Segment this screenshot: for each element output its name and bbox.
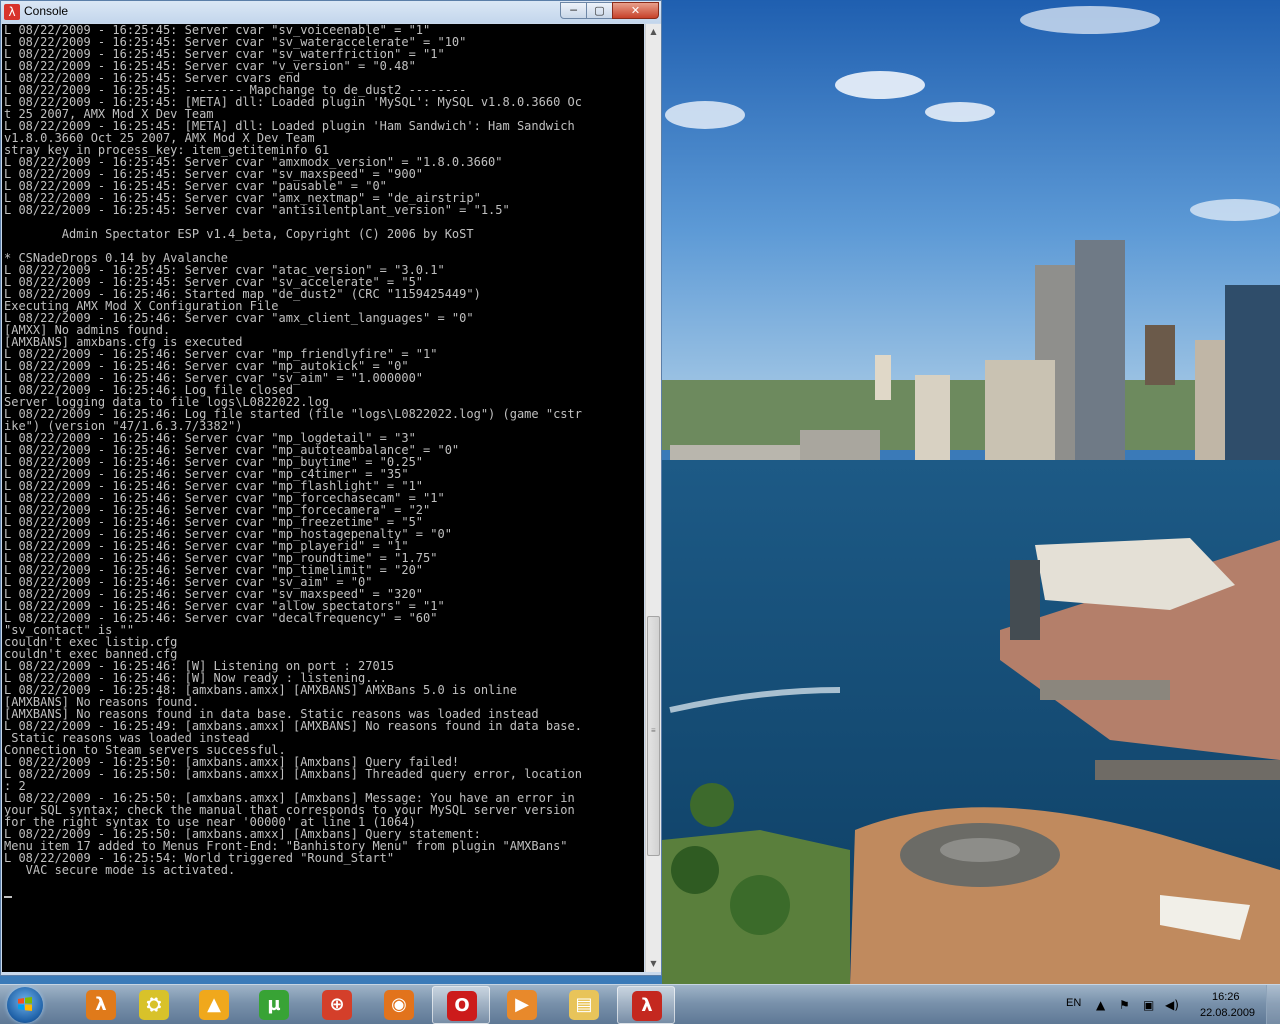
show-desktop-button[interactable] xyxy=(1266,985,1280,1024)
taskbar-button-utorrent[interactable]: µ xyxy=(245,986,303,1024)
text-cursor xyxy=(4,896,12,898)
scrollbar-thumb[interactable]: ≡ xyxy=(647,616,660,856)
action-center-flag-icon[interactable]: ⚑ xyxy=(1119,998,1130,1012)
scroll-up-arrow-icon[interactable]: ▲ xyxy=(646,24,661,40)
taskbar-button-cs[interactable]: ⊕ xyxy=(308,986,366,1024)
firefox-icon: ◉ xyxy=(384,990,414,1020)
cs-icon: ⊕ xyxy=(322,990,352,1020)
language-indicator[interactable]: EN xyxy=(1066,997,1081,1009)
vertical-scrollbar[interactable]: ▲ ≡ ▼ xyxy=(645,24,661,972)
volume-icon[interactable]: ◀) xyxy=(1165,998,1179,1012)
taskbar-button-game-server[interactable]: ⛭ xyxy=(125,986,183,1024)
opera-icon: O xyxy=(447,991,477,1021)
taskbar-button-media-player[interactable]: ▶ xyxy=(493,986,551,1024)
game-server-icon: ⛭ xyxy=(139,990,169,1020)
console-window[interactable]: λ Console ─ ▢ ✕ L 08/22/2009 - 16:25:45:… xyxy=(0,0,662,976)
half-life-icon: λ xyxy=(86,990,116,1020)
console-output[interactable]: L 08/22/2009 - 16:25:45: Server cvar "sv… xyxy=(2,24,644,972)
clock-date[interactable]: 22.08.2009 xyxy=(1200,1007,1255,1019)
half-life-lambda-icon[interactable]: λ xyxy=(4,4,20,20)
grip-icon: ≡ xyxy=(651,726,656,735)
half-life-console-icon: λ xyxy=(632,991,662,1021)
utorrent-icon: µ xyxy=(259,990,289,1020)
window-titlebar[interactable]: λ Console ─ ▢ ✕ xyxy=(1,1,661,23)
clock-time[interactable]: 16:26 xyxy=(1212,991,1240,1003)
taskbar-button-half-life[interactable]: λ xyxy=(72,986,130,1024)
console-line: VAC secure mode is activated. xyxy=(4,863,236,877)
taskbar-button-aimp-player[interactable]: ▲ xyxy=(185,986,243,1024)
minimize-button[interactable]: ─ xyxy=(560,2,587,19)
window-title: Console xyxy=(24,4,69,18)
console-line: L 08/22/2009 - 16:25:50: [amxbans.amxx] … xyxy=(4,767,582,781)
close-button[interactable]: ✕ xyxy=(612,2,659,19)
console-line: L 08/22/2009 - 16:25:45: Server cvar "an… xyxy=(4,203,510,217)
console-line: Admin Spectator ESP v1.4_beta, Copyright… xyxy=(4,227,474,241)
console-log-text: L 08/22/2009 - 16:25:45: Server cvar "sv… xyxy=(2,24,644,900)
scroll-down-arrow-icon[interactable]: ▼ xyxy=(646,956,661,972)
explorer-folder-icon: ▤ xyxy=(569,990,599,1020)
network-icon[interactable]: ▣ xyxy=(1143,998,1154,1012)
aimp-player-icon: ▲ xyxy=(199,990,229,1020)
windows-flag-icon xyxy=(18,997,32,1011)
taskbar-button-opera[interactable]: O xyxy=(432,986,490,1024)
windows-start-orb-icon[interactable] xyxy=(7,987,43,1023)
taskbar-button-firefox[interactable]: ◉ xyxy=(370,986,428,1024)
maximize-button[interactable]: ▢ xyxy=(586,2,613,19)
media-player-icon: ▶ xyxy=(507,990,537,1020)
taskbar-button-explorer-folder[interactable]: ▤ xyxy=(555,986,613,1024)
show-hidden-icon[interactable]: ▲ xyxy=(1096,998,1105,1012)
taskbar: λ ⛭ ▲ µ ⊕ ◉ O ▶ ▤ λ EN ▲ ⚑ ▣ ◀) 16:26 22.08.2009 xyxy=(0,984,1280,1024)
taskbar-button-half-life-console[interactable]: λ xyxy=(617,986,675,1024)
